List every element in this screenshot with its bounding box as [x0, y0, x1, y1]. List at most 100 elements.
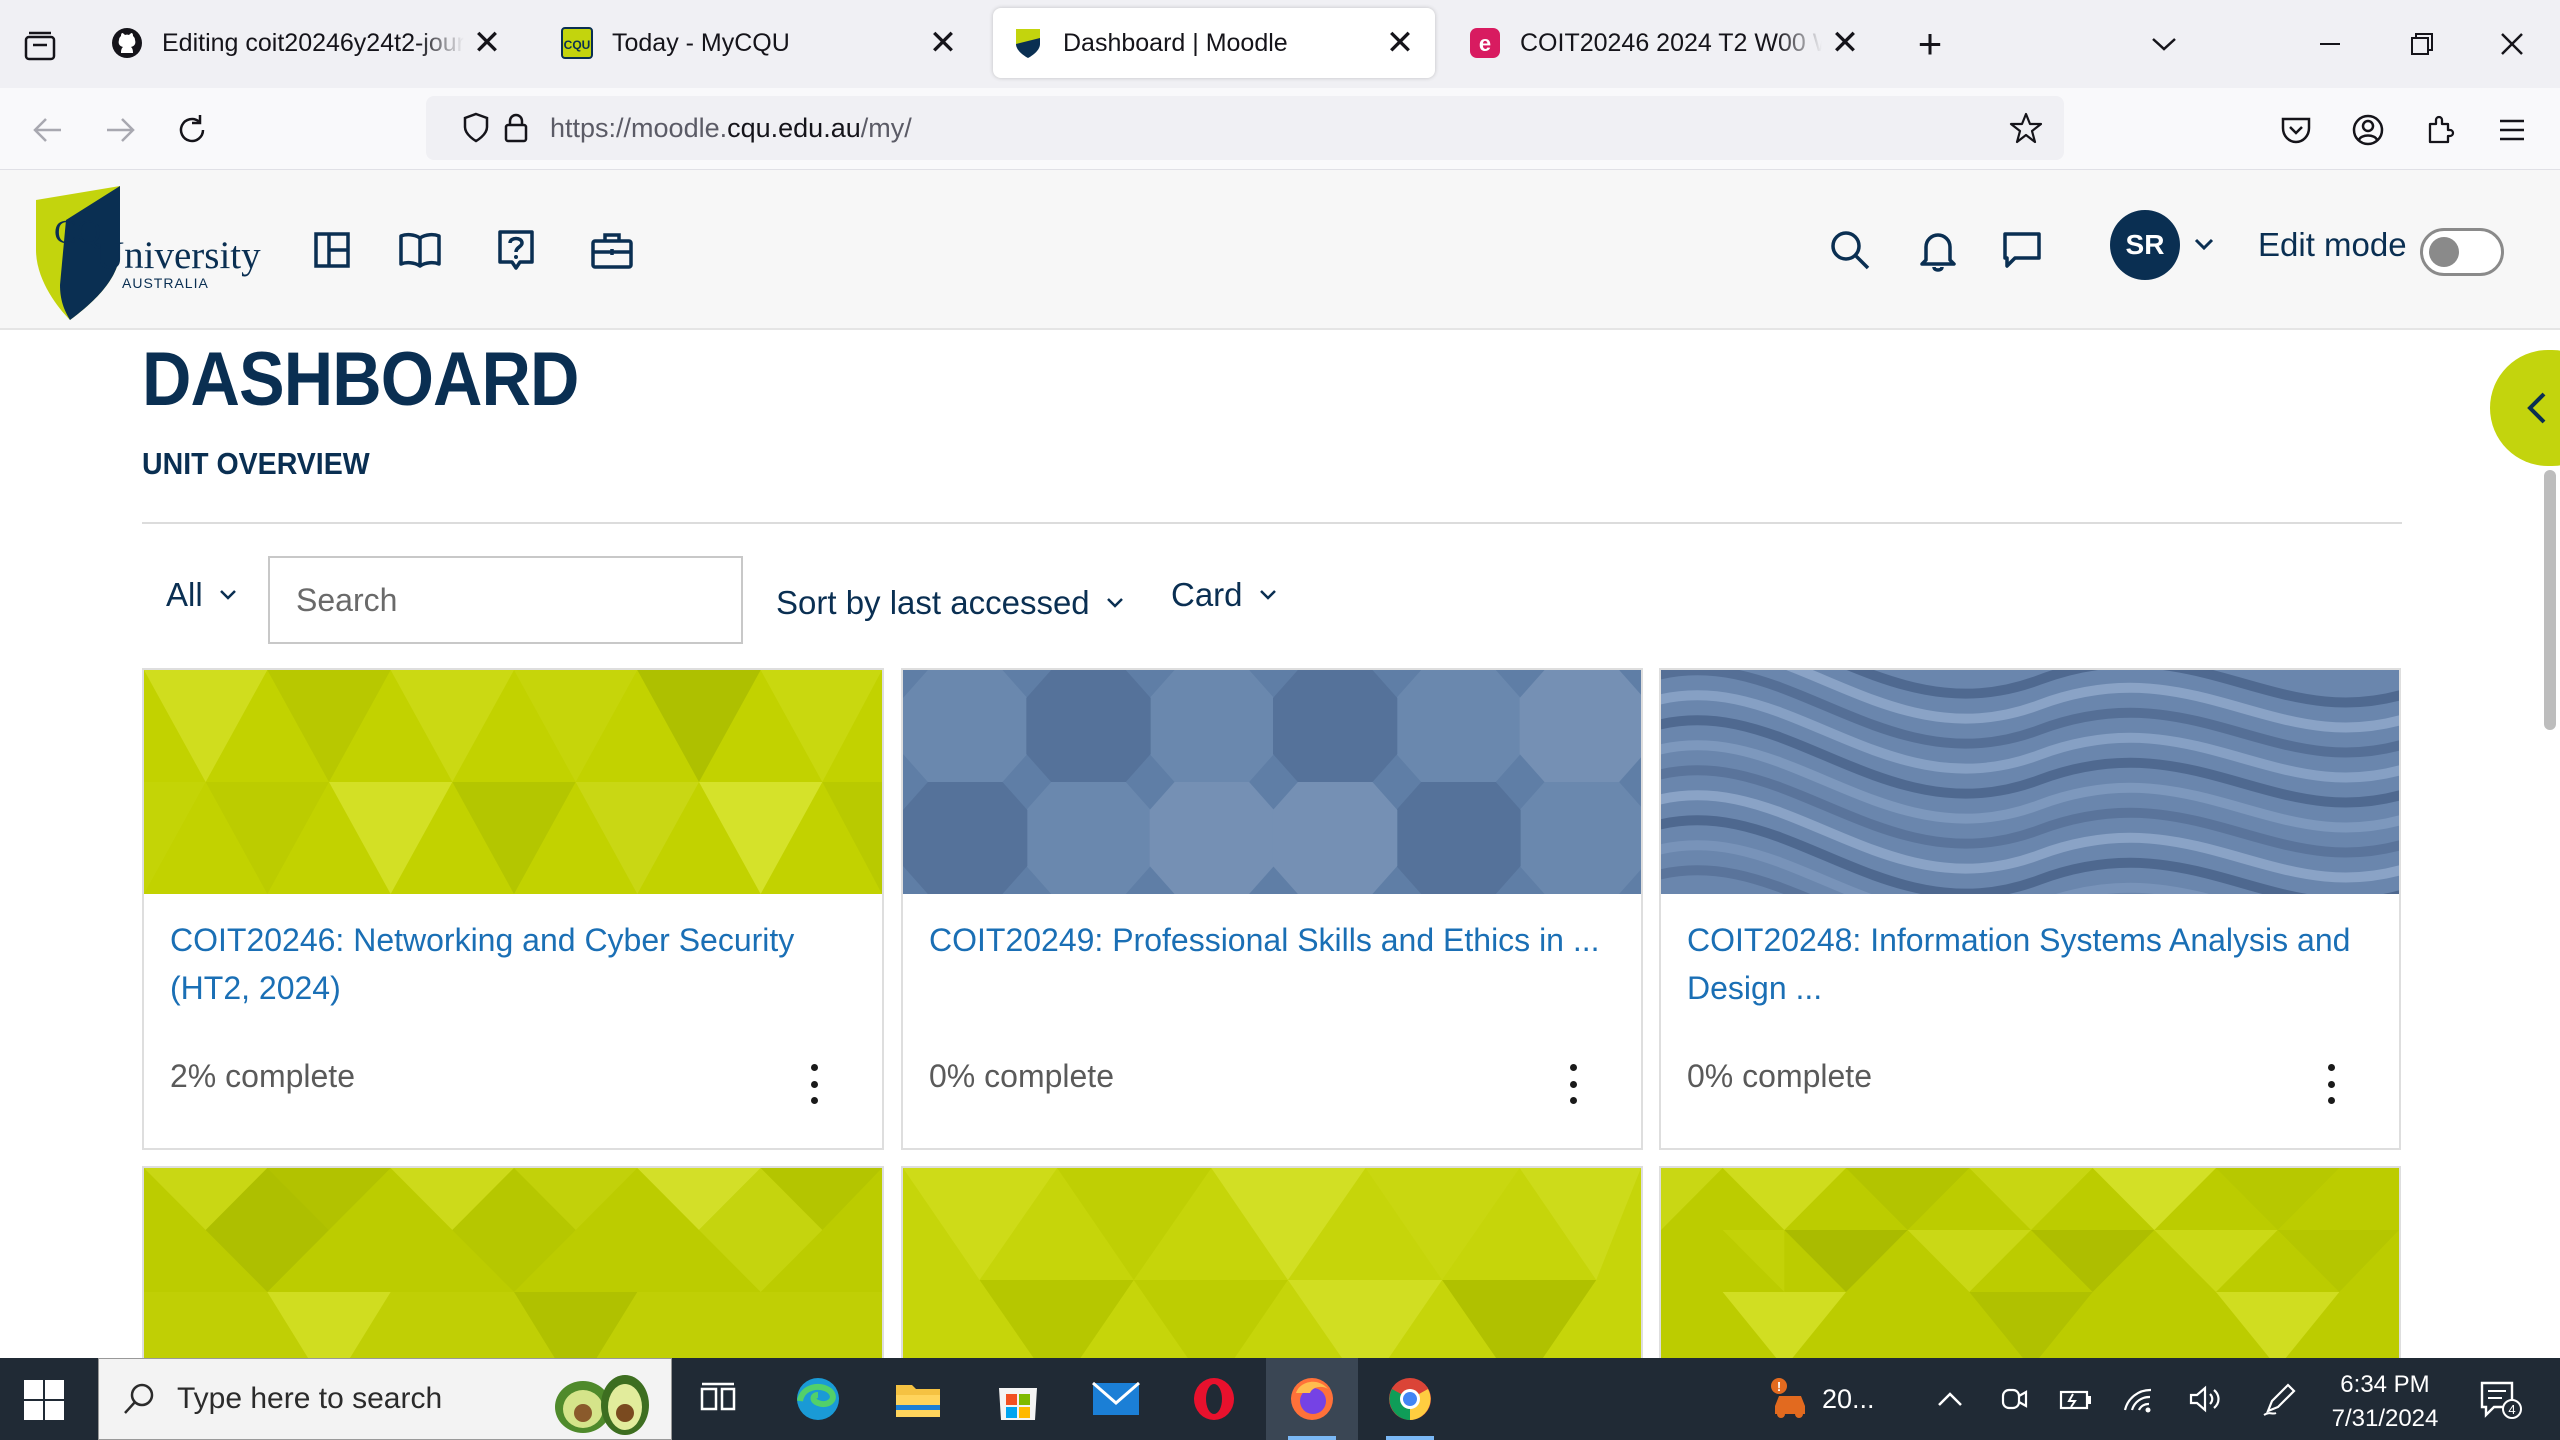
shield-icon[interactable]	[456, 108, 496, 148]
tab-echo360[interactable]: e COIT20246 2024 T2 W00 Welcome ✕	[1450, 8, 1880, 78]
pen-icon[interactable]	[2260, 1358, 2300, 1440]
chrome-icon[interactable]	[1364, 1358, 1456, 1440]
github-icon	[110, 26, 144, 60]
course-image[interactable]	[1661, 670, 2399, 894]
course-card[interactable]: COIT20248: Information Systems Analysis …	[1659, 668, 2401, 1150]
battery-icon[interactable]	[2056, 1358, 2096, 1440]
course-image[interactable]	[903, 670, 1641, 894]
tab-title: Editing coit20246y24t2-journal	[162, 28, 464, 57]
task-view-icon[interactable]	[672, 1358, 764, 1440]
tab-close-icon[interactable]: ✕	[1383, 26, 1417, 60]
opera-icon[interactable]	[1168, 1358, 1260, 1440]
moodle-header: CQ University AUSTRALIA SR Edit mode	[0, 170, 2560, 330]
file-explorer-icon[interactable]	[872, 1358, 964, 1440]
course-search-field[interactable]	[268, 556, 743, 644]
tab-close-icon[interactable]: ✕	[470, 26, 504, 60]
page-scrollbar[interactable]	[2544, 470, 2556, 730]
chevron-down-icon	[1259, 590, 1276, 600]
close-window-icon[interactable]	[2484, 18, 2540, 70]
course-title-link[interactable]: COIT20246: Networking and Cyber Security…	[170, 916, 850, 1012]
course-card[interactable]	[901, 1166, 1643, 1386]
restore-icon[interactable]	[2394, 18, 2450, 70]
divider	[142, 522, 2402, 524]
windows-start-icon[interactable]	[22, 1378, 66, 1422]
more-options-icon[interactable]	[2317, 1064, 2345, 1104]
wifi-icon[interactable]	[2118, 1358, 2158, 1440]
more-options-icon[interactable]	[800, 1064, 828, 1104]
mycqu-icon: CQU	[560, 26, 594, 60]
help-icon[interactable]	[486, 220, 546, 280]
tab-mycqu[interactable]: CQU Today - MyCQU ✕	[542, 8, 978, 78]
sort-label: Sort by last accessed	[776, 584, 1090, 621]
search-input[interactable]	[296, 581, 741, 619]
search-icon	[124, 1383, 154, 1414]
car-alert-icon[interactable]: !	[1760, 1358, 1820, 1440]
dashboard-icon[interactable]	[302, 220, 362, 280]
new-tab-button[interactable]: +	[1908, 20, 1952, 67]
system-clock[interactable]: 6:34 PM 7/31/2024	[2310, 1368, 2460, 1436]
user-menu-chevron-icon[interactable]	[2192, 232, 2216, 256]
course-card[interactable]	[142, 1166, 884, 1386]
tab-title: Dashboard | Moodle	[1063, 28, 1288, 57]
course-image[interactable]	[903, 1168, 1641, 1386]
windows-taskbar: Type here to search ! 20... 6:34 PM 7/31…	[0, 1358, 2560, 1440]
meet-now-icon[interactable]	[1994, 1358, 2034, 1440]
tab-close-icon[interactable]: ✕	[1828, 26, 1862, 60]
course-card[interactable]	[1659, 1166, 2401, 1386]
user-avatar[interactable]: SR	[2110, 210, 2180, 280]
course-card[interactable]: COIT20246: Networking and Cyber Security…	[142, 668, 884, 1150]
notification-center-icon[interactable]: 4	[2472, 1358, 2528, 1440]
course-image[interactable]	[1661, 1168, 2399, 1386]
tab-overflow-chevron-icon[interactable]	[2136, 18, 2192, 70]
mail-icon[interactable]	[1070, 1358, 1162, 1440]
tab-moodle-dashboard[interactable]: Dashboard | Moodle ✕	[993, 8, 1435, 78]
course-progress: 0% complete	[929, 1058, 1114, 1094]
firefox-icon[interactable]	[1266, 1358, 1358, 1440]
extensions-icon[interactable]	[2416, 106, 2464, 154]
menu-icon[interactable]	[2488, 106, 2536, 154]
echo360-icon: e	[1468, 26, 1502, 60]
browser-tab-strip: Editing coit20246y24t2-journal ✕ CQU Tod…	[0, 0, 2560, 88]
account-icon[interactable]	[2344, 106, 2392, 154]
course-title-link[interactable]: COIT20248: Information Systems Analysis …	[1687, 916, 2367, 1012]
tab-list-icon[interactable]	[18, 24, 62, 68]
briefcase-icon[interactable]	[582, 220, 642, 280]
tab-close-icon[interactable]: ✕	[926, 26, 960, 60]
view-dropdown[interactable]: Card	[1171, 570, 1279, 620]
sort-dropdown[interactable]: Sort by last accessed	[776, 578, 1126, 628]
course-image[interactable]	[144, 1168, 882, 1386]
search-icon[interactable]	[1820, 220, 1880, 280]
course-card[interactable]: COIT20249: Professional Skills and Ethic…	[901, 668, 1643, 1150]
edit-mode-toggle[interactable]	[2420, 228, 2504, 276]
right-drawer-toggle[interactable]	[2490, 350, 2560, 466]
edge-browser-icon[interactable]	[772, 1358, 864, 1440]
minimize-icon[interactable]	[2302, 18, 2358, 70]
tab-github-editing[interactable]: Editing coit20246y24t2-journal ✕	[92, 8, 522, 78]
pocket-icon[interactable]	[2272, 106, 2320, 154]
back-arrow-icon[interactable]	[24, 106, 72, 154]
microsoft-store-icon[interactable]	[972, 1358, 1064, 1440]
chevron-up-icon[interactable]	[1930, 1358, 1970, 1440]
taskbar-search-box[interactable]: Type here to search	[98, 1358, 672, 1440]
course-title-link[interactable]: COIT20249: Professional Skills and Ethic…	[929, 916, 1609, 964]
forward-arrow-icon[interactable]	[96, 106, 144, 154]
cqu-logo[interactable]: CQ University AUSTRALIA	[30, 180, 270, 320]
edit-mode-label: Edit mode	[2258, 226, 2407, 263]
chat-icon[interactable]	[1992, 220, 2052, 280]
address-bar[interactable]: https://moodle.cqu.edu.au/my/	[426, 96, 2064, 160]
course-image[interactable]	[144, 670, 882, 894]
book-icon[interactable]	[390, 220, 450, 280]
chevron-down-icon	[1106, 598, 1123, 608]
chevron-left-icon	[2527, 392, 2546, 424]
weather-text[interactable]: 20...	[1822, 1358, 1892, 1440]
reload-icon[interactable]	[168, 106, 216, 154]
svg-text:e: e	[1479, 31, 1491, 56]
grouping-dropdown[interactable]: All	[166, 570, 239, 620]
view-label: Card	[1171, 576, 1243, 613]
volume-icon[interactable]	[2186, 1358, 2226, 1440]
bell-icon[interactable]	[1908, 220, 1968, 280]
bookmark-star-icon[interactable]	[2006, 108, 2046, 148]
more-options-icon[interactable]	[1559, 1064, 1587, 1104]
svg-text:AUSTRALIA: AUSTRALIA	[122, 275, 209, 291]
lock-icon[interactable]	[496, 108, 536, 148]
